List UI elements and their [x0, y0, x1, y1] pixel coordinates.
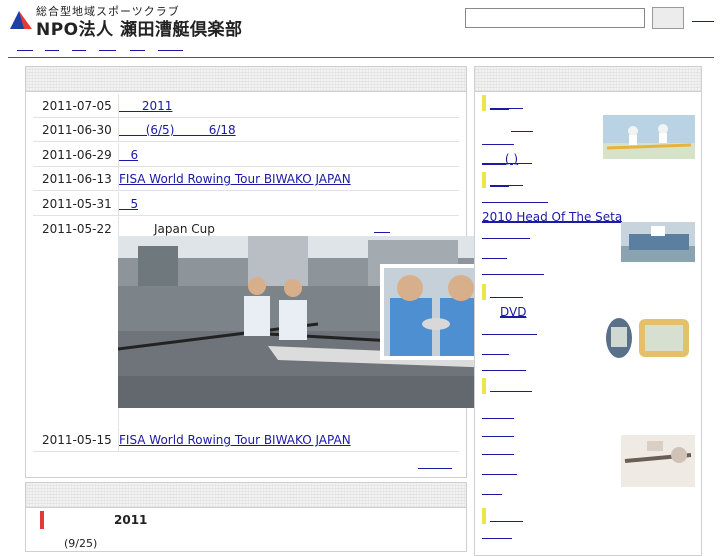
- sidebar-marker: [482, 378, 486, 394]
- sidebar-link[interactable]: DVD: [500, 305, 526, 319]
- sidebar-link[interactable]: [490, 286, 523, 298]
- news-title-link[interactable]: 6: [119, 148, 138, 162]
- sidebar-marker: [482, 284, 486, 300]
- gnav-link-1[interactable]: [17, 39, 33, 51]
- sidebar-thumb-equipment[interactable]: [621, 435, 695, 487]
- rowers-photo: [603, 115, 695, 159]
- club-logo-icon: [10, 11, 32, 29]
- news-date: 2011-06-30: [42, 123, 112, 137]
- sidebar-link[interactable]: [482, 247, 507, 259]
- sidebar-link[interactable]: [490, 380, 532, 392]
- news-row: 2011-06-13 FISA World Rowing Tour BIWAKO…: [33, 167, 459, 191]
- sidebar-link[interactable]: [482, 343, 509, 355]
- news-feature-title: Japan Cup: [154, 222, 215, 236]
- sidebar-link[interactable]: [490, 510, 523, 522]
- team-photo: [621, 222, 695, 262]
- sidebar-link[interactable]: [482, 443, 514, 455]
- news-title-link[interactable]: (6/5) 6/18: [119, 123, 236, 137]
- sidebar-panel: ( ) 2010 Head Of The Seta DVD: [474, 66, 702, 556]
- sidebar-link[interactable]: [482, 323, 537, 335]
- gnav-link-3[interactable]: [72, 39, 86, 51]
- sidebar-link[interactable]: [482, 191, 548, 203]
- event-panel-header: [25, 482, 467, 508]
- sidebar-link[interactable]: [482, 483, 502, 495]
- sidebar-link[interactable]: [511, 120, 533, 132]
- news-title-link[interactable]: FISA World Rowing Tour BIWAKO JAPAN: [119, 172, 351, 186]
- sidebar-header: [474, 66, 702, 92]
- sidebar-link[interactable]: [490, 97, 523, 109]
- event-date: (9/25): [64, 537, 98, 550]
- sidebar-link[interactable]: [482, 527, 512, 539]
- sidebar-link[interactable]: [482, 359, 526, 371]
- news-title-link[interactable]: 5: [119, 197, 138, 211]
- sidebar-link[interactable]: [482, 133, 514, 145]
- rowing-photo-image: [118, 236, 518, 408]
- sidebar-link[interactable]: [482, 407, 514, 419]
- equipment-photo: [621, 435, 695, 487]
- sidebar-link[interactable]: [482, 425, 514, 437]
- header-divider: [8, 57, 714, 58]
- news-date: 2011-06-13: [42, 172, 112, 186]
- news-row: 2011-07-05 2011: [33, 94, 459, 118]
- gnav-link-6[interactable]: [158, 39, 183, 51]
- sidebar-link[interactable]: 2010 Head Of The Seta: [482, 210, 622, 224]
- news-row: 2011-06-29 6: [33, 143, 459, 167]
- sidebar-thumb-team[interactable]: [621, 222, 695, 262]
- gnav-link-2[interactable]: [45, 39, 59, 51]
- news-row: 2011-05-31 5: [33, 192, 459, 216]
- sidebar-link[interactable]: [482, 263, 544, 275]
- gnav-link-5[interactable]: [130, 39, 145, 51]
- sidebar-link[interactable]: [490, 174, 523, 186]
- news-date: 2011-07-05: [42, 99, 112, 113]
- sidebar-thumb-rowers[interactable]: [603, 115, 695, 159]
- news-date: 2011-05-31: [42, 197, 112, 211]
- news-row: 2011-05-15 FISA World Rowing Tour BIWAKO…: [33, 428, 459, 452]
- devices-photo: [603, 313, 695, 363]
- news-date: 2011-06-29: [42, 148, 112, 162]
- sidebar-marker: [482, 172, 486, 188]
- event-marker: [40, 511, 44, 529]
- event-year: 2011: [114, 513, 148, 527]
- sidebar-link[interactable]: [482, 463, 517, 475]
- sidebar-marker: [482, 508, 486, 524]
- sidebar-thumb-devices[interactable]: [603, 313, 695, 363]
- news-date: 2011-05-15: [42, 433, 112, 447]
- header-link[interactable]: [692, 11, 714, 22]
- search-input[interactable]: [465, 8, 645, 28]
- gnav-link-4[interactable]: [99, 39, 116, 51]
- news-row: 2011-06-30 (6/5) 6/18: [33, 118, 459, 142]
- sidebar-link[interactable]: [482, 227, 530, 239]
- rowing-photo[interactable]: [118, 236, 518, 408]
- news-panel-header: [25, 66, 467, 92]
- search-button[interactable]: [652, 7, 684, 29]
- news-date: 2011-05-22: [42, 222, 112, 236]
- club-logo[interactable]: 総合型地域スポーツクラブ NPO法人 瀬田漕艇倶楽部: [6, 3, 268, 40]
- sidebar-marker: [482, 95, 486, 111]
- event-panel: 2011 (9/25): [25, 482, 467, 552]
- news-title-link[interactable]: 2011: [119, 99, 173, 113]
- news-feature-link[interactable]: [374, 222, 390, 233]
- logo-org-name: NPO法人 瀬田漕艇倶楽部: [36, 20, 243, 40]
- news-more-link[interactable]: [418, 458, 452, 469]
- sidebar-link[interactable]: ( ): [482, 152, 532, 166]
- news-title-link[interactable]: FISA World Rowing Tour BIWAKO JAPAN: [119, 433, 351, 447]
